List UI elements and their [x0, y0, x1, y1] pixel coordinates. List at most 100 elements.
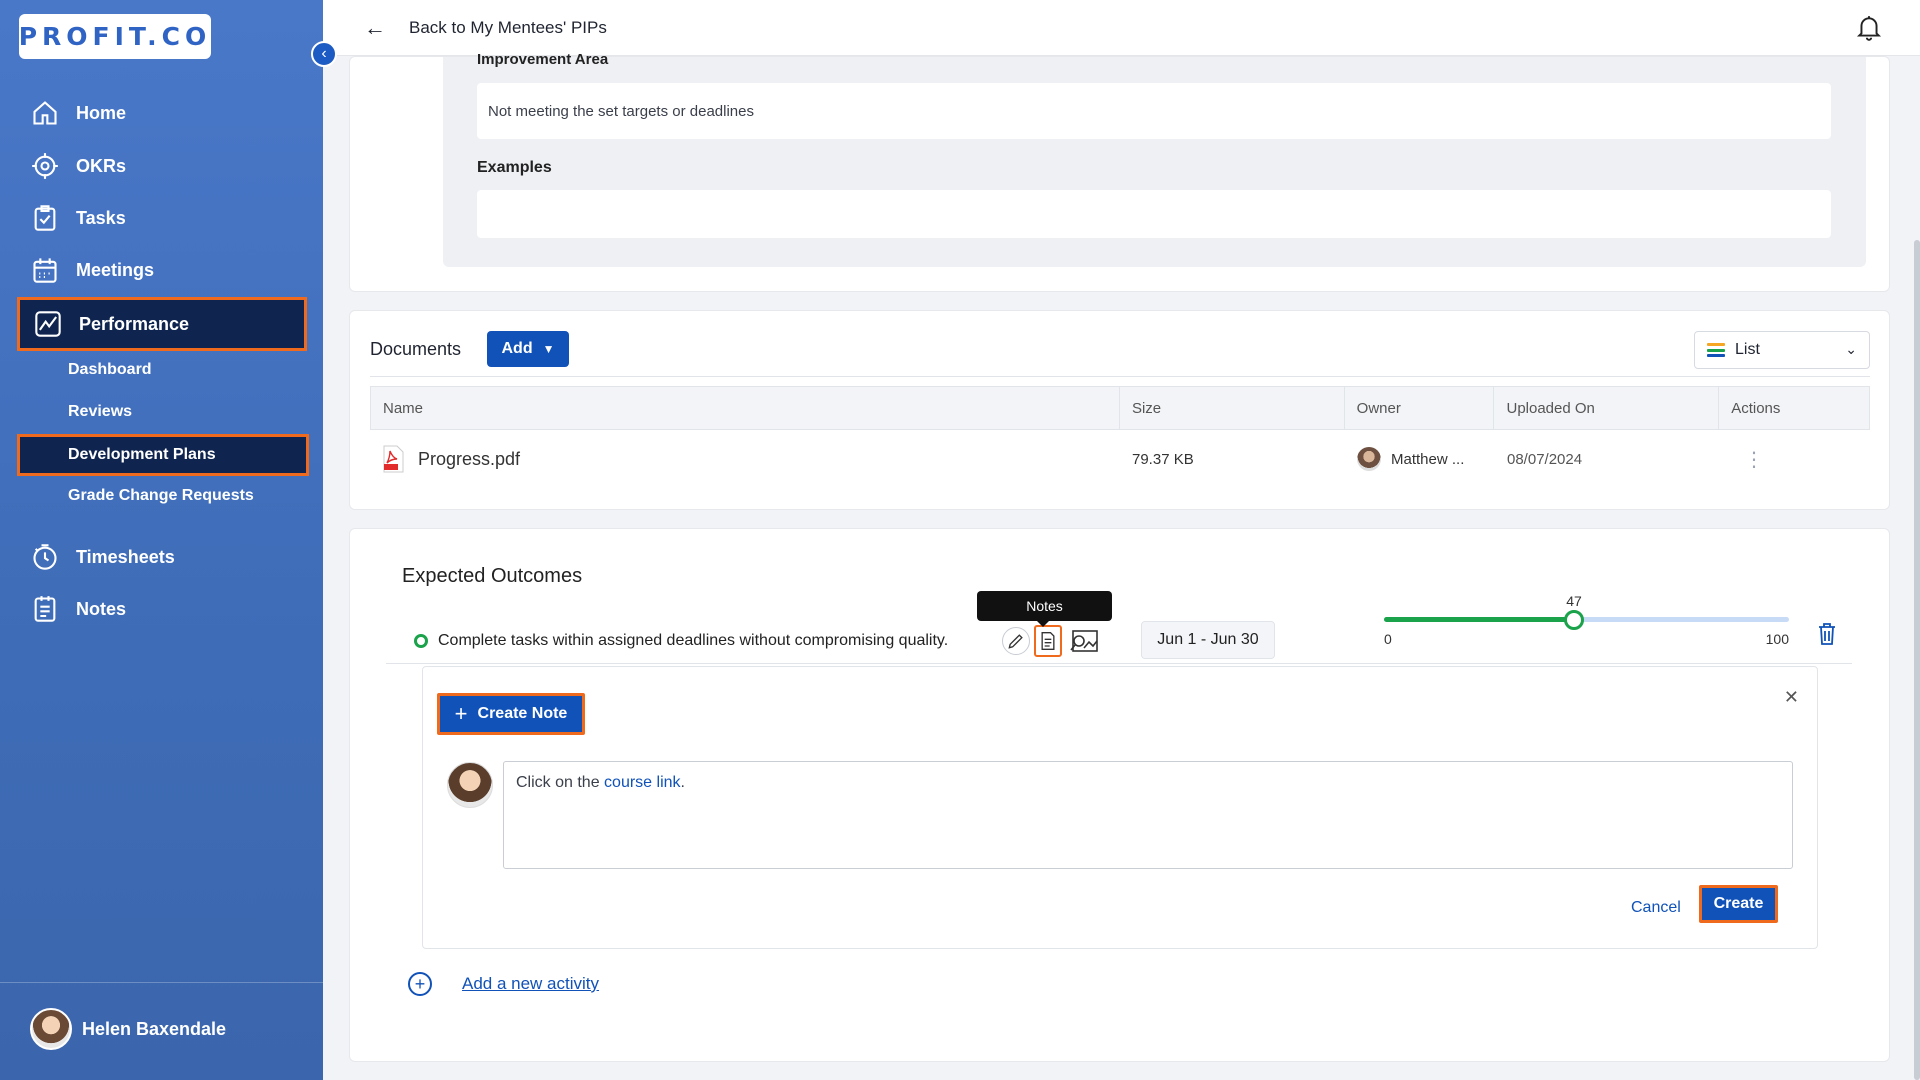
close-icon[interactable]: ✕ [1784, 687, 1799, 708]
progress-slider[interactable]: 47 0 100 [1384, 593, 1789, 653]
course-link[interactable]: course link [604, 774, 680, 791]
image-search-icon[interactable] [1067, 626, 1101, 656]
document-name-cell[interactable]: Progress.pdf [370, 430, 1120, 488]
sidebar-item-label: Meetings [76, 259, 155, 280]
sidebar-item-label: OKRs [76, 155, 127, 176]
target-icon [30, 151, 60, 181]
slider-thumb[interactable] [1564, 610, 1584, 630]
avatar [30, 1008, 72, 1050]
improvement-card: Improvement Area Not meeting the set tar… [349, 51, 1890, 292]
expected-outcomes-title: Expected Outcomes [402, 565, 583, 587]
plus-icon: + [454, 701, 468, 726]
collapse-sidebar-button[interactable]: ‹ [311, 41, 337, 67]
sidebar-subitem-reviews[interactable]: Reviews [68, 403, 132, 421]
table-header: Name Size Owner Uploaded On Actions [370, 386, 1870, 430]
scrollbar[interactable] [1914, 240, 1920, 1080]
sidebar-item-okrs[interactable]: OKRs [30, 146, 126, 186]
column-header-owner[interactable]: Owner [1345, 387, 1495, 429]
calendar-icon [30, 255, 60, 285]
sidebar-subitem-development-plans[interactable]: Development Plans [17, 434, 309, 476]
sidebar-item-label: Notes [76, 598, 127, 619]
improvement-area-value: Not meeting the set targets or deadlines [477, 83, 1831, 139]
trash-icon[interactable] [1816, 622, 1840, 648]
progress-value: 47 [1566, 593, 1582, 609]
outcome-text: Complete tasks within assigned deadlines… [438, 632, 949, 649]
create-note-button[interactable]: + Create Note [437, 693, 585, 735]
slider-min: 0 [1384, 631, 1392, 647]
pencil-icon[interactable] [1002, 627, 1030, 655]
status-dot-icon [414, 634, 428, 648]
column-header-actions: Actions [1731, 399, 1781, 417]
documents-table: Name Size Owner Uploaded On Actions Prog… [370, 386, 1870, 488]
home-icon [30, 98, 60, 128]
back-link[interactable]: Back to My Mentees' PIPs [409, 18, 607, 38]
create-note-label: Create Note [477, 705, 568, 722]
sidebar-item-label: Performance [79, 313, 190, 334]
add-button-label: Add [501, 340, 533, 357]
column-header-name[interactable]: Name [371, 387, 1120, 429]
sidebar-item-meetings[interactable]: Meetings [30, 250, 154, 290]
document-owner-cell: Matthew ... [1345, 430, 1495, 488]
logo[interactable]: PROFIT.CO [19, 14, 211, 59]
column-header-uploaded-on[interactable]: Uploaded On [1494, 387, 1720, 429]
logo-text: PROFIT.CO [18, 22, 212, 51]
bell-icon[interactable] [1856, 14, 1882, 42]
sidebar-item-performance[interactable]: Performance [17, 297, 307, 351]
improvement-area-label: Improvement Area [477, 51, 609, 68]
column-header-size[interactable]: Size [1120, 387, 1345, 429]
slider-fill [1384, 617, 1574, 622]
note-editor[interactable]: Click on the course link. [503, 761, 1793, 869]
sidebar-subitem-grade-change-requests[interactable]: Grade Change Requests [68, 487, 254, 505]
sidebar: PROFIT.CO Home OKRs Tasks Meetings Perfo… [0, 0, 323, 1080]
sidebar-item-label: Home [76, 102, 127, 123]
table-row[interactable]: Progress.pdf 79.37 KB Matthew ... 08/07/… [370, 430, 1870, 488]
add-activity[interactable]: + Add a new activity [408, 972, 599, 996]
add-document-button[interactable]: Add ▼ [487, 331, 569, 367]
avatar [447, 762, 493, 808]
divider [386, 663, 1852, 664]
date-range-pill[interactable]: Jun 1 - Jun 30 [1141, 621, 1275, 659]
user-name: Helen Baxendale [82, 1018, 227, 1039]
examples-label: Examples [477, 159, 552, 176]
list-icon [1707, 343, 1725, 357]
back-arrow-icon[interactable]: ← [353, 6, 397, 50]
chevron-down-icon: ▼ [542, 342, 555, 356]
document-uploaded: 08/07/2024 [1507, 450, 1583, 468]
sidebar-item-tasks[interactable]: Tasks [30, 198, 126, 238]
view-mode-select[interactable]: List ⌄ [1694, 331, 1870, 369]
document-size: 79.37 KB [1132, 450, 1194, 468]
documents-title: Documents [370, 339, 462, 359]
slider-max: 100 [1765, 631, 1789, 647]
examples-value [477, 190, 1831, 238]
notes-icon [30, 594, 60, 624]
view-mode-value: List [1735, 341, 1760, 358]
cancel-button[interactable]: Cancel [1631, 899, 1681, 917]
expected-outcomes-card: Expected Outcomes Complete tasks within … [349, 528, 1890, 1062]
stopwatch-icon [30, 542, 60, 572]
chevron-down-icon: ⌄ [1845, 341, 1857, 357]
notes-panel: + Create Note ✕ Click on the course link… [422, 666, 1818, 949]
user-profile[interactable]: Helen Baxendale [30, 1008, 226, 1050]
document-name[interactable]: Progress.pdf [418, 449, 520, 470]
editor-text: Click on the [516, 774, 605, 791]
more-options-icon[interactable]: ⋮ [1720, 430, 1870, 488]
sidebar-item-timesheets[interactable]: Timesheets [30, 537, 175, 577]
editor-text-suffix: . [680, 774, 685, 791]
sidebar-item-label: Tasks [76, 207, 126, 228]
add-activity-link[interactable]: Add a new activity [462, 974, 599, 994]
sidebar-item-notes[interactable]: Notes [30, 589, 126, 629]
sidebar-item-label: Timesheets [76, 546, 175, 567]
chart-line-icon [33, 309, 63, 339]
create-button[interactable]: Create [1699, 885, 1778, 923]
divider [370, 376, 1870, 377]
sidebar-item-home[interactable]: Home [30, 93, 126, 133]
sidebar-divider [0, 982, 323, 983]
notes-icon[interactable] [1034, 625, 1062, 657]
plus-circle-icon[interactable]: + [408, 972, 432, 996]
clipboard-check-icon [30, 203, 60, 233]
notes-tooltip: Notes [977, 591, 1112, 627]
pdf-icon [382, 445, 404, 473]
topbar: ← Back to My Mentees' PIPs [323, 0, 1920, 56]
sidebar-subitem-dashboard[interactable]: Dashboard [68, 361, 152, 379]
avatar [1357, 447, 1381, 471]
